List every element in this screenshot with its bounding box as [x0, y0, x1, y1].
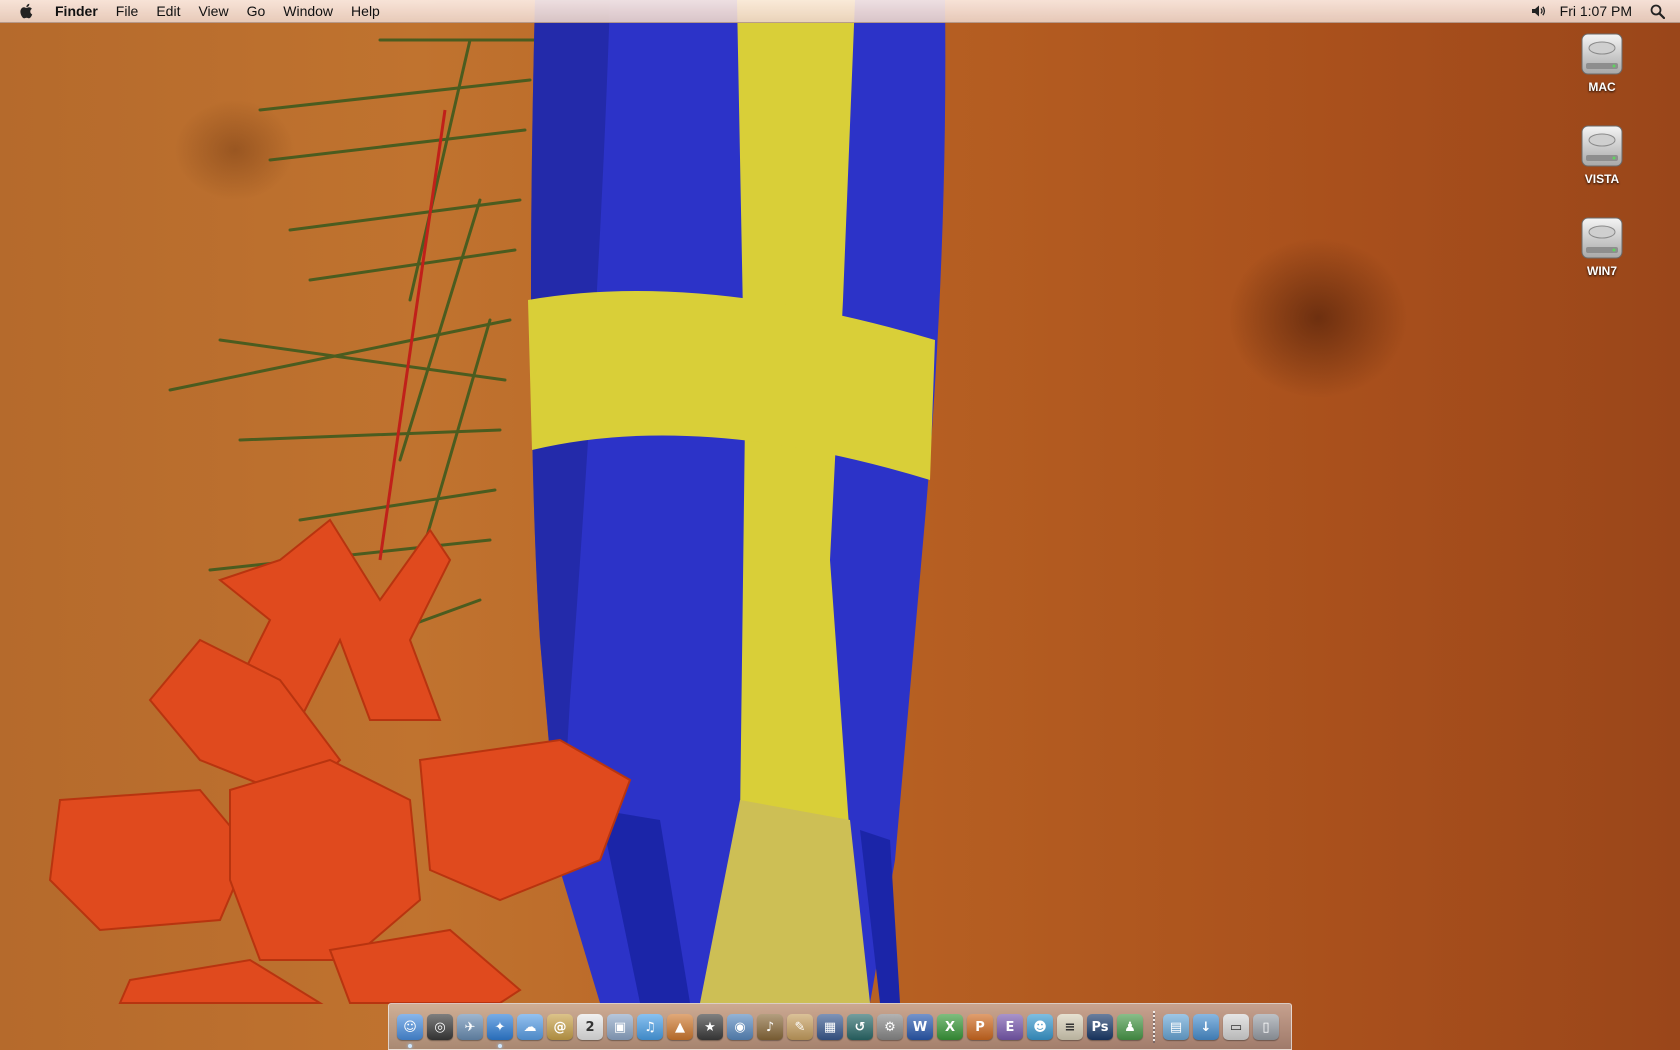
iphoto-icon: ▲ — [675, 1019, 685, 1035]
desktop: Finder File Edit View Go Window Help Fri… — [0, 0, 1680, 1050]
dock-user-icon[interactable]: ♟ — [1117, 1014, 1143, 1040]
address-book-icon: @ — [553, 1019, 567, 1035]
disk-label: VISTA — [1584, 172, 1620, 186]
desktop-wallpaper — [48, 0, 946, 1004]
dock-mail-stamp[interactable]: ✈ — [457, 1014, 483, 1040]
preview-icon: ▣ — [613, 1019, 627, 1035]
applications-stack-icon: ▤ — [1169, 1019, 1183, 1035]
dock-garageband[interactable]: ♪ — [757, 1014, 783, 1040]
menu-go[interactable]: Go — [238, 0, 275, 22]
word-icon: W — [912, 1019, 928, 1035]
menu-clock[interactable]: Fri 1:07 PM — [1550, 0, 1646, 22]
disk-win7[interactable]: WIN7 — [1572, 214, 1632, 278]
dock-spaces[interactable]: ▦ — [817, 1014, 843, 1040]
disk-vista[interactable]: VISTA — [1572, 122, 1632, 186]
disk-label: MAC — [1588, 80, 1616, 94]
menu-window[interactable]: Window — [274, 0, 342, 22]
dock-itunes[interactable]: ♫ — [637, 1014, 663, 1040]
dock-applications-stack[interactable]: ▤ — [1163, 1014, 1189, 1040]
safari-icon: ✦ — [494, 1019, 506, 1035]
dock-dashboard[interactable]: ◎ — [427, 1014, 453, 1040]
dock-separator — [1153, 1011, 1155, 1043]
hard-drive-icon — [1581, 33, 1623, 75]
powerpoint-icon: P — [975, 1019, 985, 1035]
dock-excel[interactable]: X — [937, 1014, 963, 1040]
dock-finder[interactable]: ☺ — [397, 1014, 423, 1048]
time-machine-icon: ↺ — [854, 1019, 866, 1035]
dock-photoshop[interactable]: Ps — [1087, 1014, 1113, 1040]
documents-stack-icon: ▭ — [1229, 1019, 1243, 1035]
disk-mac[interactable]: MAC — [1572, 30, 1632, 94]
disk-label: WIN7 — [1587, 264, 1617, 278]
hard-drive-icon — [1581, 125, 1623, 167]
dock-system-preferences[interactable]: ⚙ — [877, 1014, 903, 1040]
dock-items: ☺ ◎ ✈ ✦ ☁ @2 ▣ ♫ ▲ ★ ◉ ♪ ✎ ▦ ↺ ⚙ W X P E ☻ ≡ Ps ♟ ▤ ↓ ▭ ▯ — [397, 1011, 1283, 1048]
dock-documents-stack[interactable]: ▭ — [1223, 1014, 1249, 1040]
menu-edit[interactable]: Edit — [147, 0, 189, 22]
idvd-icon: ◉ — [734, 1019, 746, 1035]
iweb-icon: ✎ — [794, 1019, 806, 1035]
spaces-icon: ▦ — [823, 1019, 837, 1035]
dock-imovie[interactable]: ★ — [697, 1014, 723, 1040]
menu-view[interactable]: View — [189, 0, 237, 22]
downloads-stack-icon: ↓ — [1200, 1019, 1212, 1035]
trash-icon: ▯ — [1262, 1019, 1270, 1035]
mail-stamp-icon: ✈ — [464, 1019, 476, 1035]
dock-word[interactable]: W — [907, 1014, 933, 1040]
menu-help[interactable]: Help — [342, 0, 389, 22]
user-icon-icon: ♟ — [1124, 1019, 1136, 1035]
dock-preview[interactable]: ▣ — [607, 1014, 633, 1040]
messenger-icon: ☻ — [1033, 1019, 1047, 1035]
excel-icon: X — [944, 1019, 956, 1035]
document-library-icon: ≡ — [1064, 1019, 1076, 1035]
menu-bar: Finder File Edit View Go Window Help Fri… — [0, 0, 1680, 23]
ical-icon: 2 — [585, 1019, 595, 1035]
ichat-icon: ☁ — [523, 1019, 537, 1035]
dock-ical[interactable]: 2 — [577, 1014, 603, 1040]
dock-ichat[interactable]: ☁ — [517, 1014, 543, 1040]
volume-icon[interactable] — [1528, 0, 1550, 22]
dock-iweb[interactable]: ✎ — [787, 1014, 813, 1040]
hard-drive-icon — [1581, 217, 1623, 259]
dock-messenger[interactable]: ☻ — [1027, 1014, 1053, 1040]
photoshop-icon: Ps — [1091, 1019, 1109, 1035]
dock: ☺ ◎ ✈ ✦ ☁ @2 ▣ ♫ ▲ ★ ◉ ♪ ✎ ▦ ↺ ⚙ W X P E ☻ ≡ Ps ♟ ▤ ↓ ▭ ▯ — [388, 1003, 1292, 1050]
dock-address-book[interactable]: @ — [547, 1014, 573, 1040]
system-preferences-icon: ⚙ — [884, 1019, 896, 1035]
dock-downloads-stack[interactable]: ↓ — [1193, 1014, 1219, 1040]
menu-extras: Fri 1:07 PM — [1528, 0, 1680, 22]
dock-safari[interactable]: ✦ — [487, 1014, 513, 1048]
entourage-icon: E — [1005, 1019, 1015, 1035]
dock-document-library[interactable]: ≡ — [1057, 1014, 1083, 1040]
dock-trash[interactable]: ▯ — [1253, 1014, 1279, 1040]
dock-iphoto[interactable]: ▲ — [667, 1014, 693, 1040]
running-indicator — [498, 1044, 502, 1048]
dock-idvd[interactable]: ◉ — [727, 1014, 753, 1040]
imovie-icon: ★ — [704, 1019, 716, 1035]
menu-file[interactable]: File — [107, 0, 148, 22]
dock-entourage[interactable]: E — [997, 1014, 1023, 1040]
spotlight-icon[interactable] — [1646, 0, 1668, 22]
dashboard-icon: ◎ — [434, 1019, 446, 1035]
apple-menu-icon[interactable] — [16, 0, 38, 22]
garageband-icon: ♪ — [765, 1019, 775, 1035]
finder-icon: ☺ — [403, 1019, 417, 1035]
dock-powerpoint[interactable]: P — [967, 1014, 993, 1040]
dock-time-machine[interactable]: ↺ — [847, 1014, 873, 1040]
menu-app-name[interactable]: Finder — [46, 0, 107, 22]
running-indicator — [408, 1044, 412, 1048]
itunes-icon: ♫ — [644, 1019, 656, 1035]
